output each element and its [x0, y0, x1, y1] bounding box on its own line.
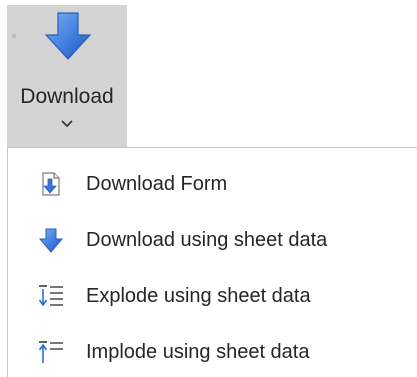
- download-ribbon-button[interactable]: ▪ Download: [7, 5, 127, 147]
- download-ribbon-label: Download: [20, 85, 114, 108]
- menu-item-explode-sheet-data[interactable]: Explode using sheet data: [8, 270, 416, 322]
- menu-item-label: Download Form: [86, 173, 228, 195]
- menu-item-label: Implode using sheet data: [86, 341, 310, 363]
- menu-item-implode-sheet-data[interactable]: Implode using sheet data: [8, 326, 416, 377]
- download-arrow-icon: [38, 228, 64, 253]
- menu-item-label: Explode using sheet data: [86, 285, 311, 307]
- menu-item-label: Download using sheet data: [86, 229, 328, 251]
- explode-list-icon: [38, 285, 63, 307]
- download-form-icon: [42, 172, 60, 196]
- download-arrow-icon: [45, 12, 91, 60]
- chevron-down-icon[interactable]: [60, 119, 74, 129]
- menu-item-download-sheet-data[interactable]: Download using sheet data: [8, 214, 416, 266]
- ghost-glyph-icon: ▪: [11, 28, 17, 45]
- implode-list-icon: [38, 341, 63, 363]
- download-dropdown-menu: Download Form Download using sheet data: [7, 147, 417, 377]
- menu-item-download-form[interactable]: Download Form: [8, 158, 416, 210]
- download-ui: ▪ Download Download Form Download using …: [0, 0, 417, 377]
